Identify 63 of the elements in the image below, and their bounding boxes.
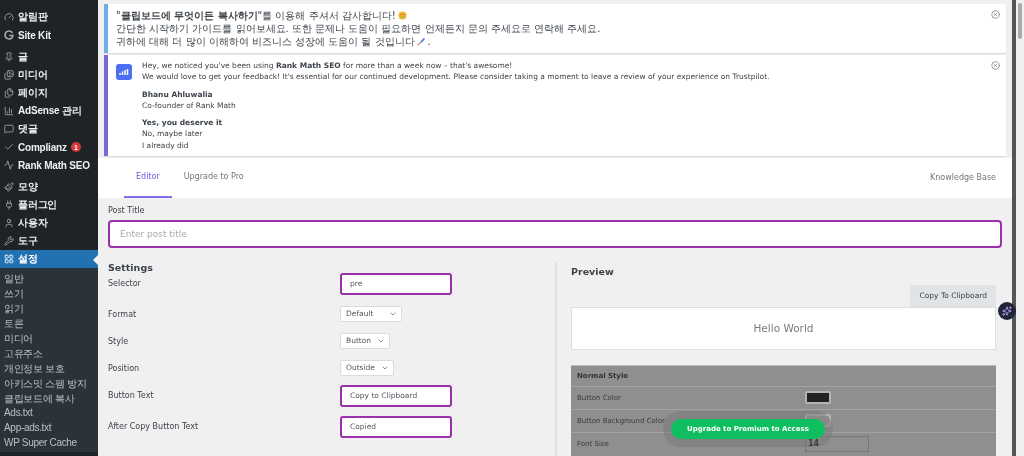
sidebar-item[interactable]: 사용자: [0, 214, 98, 232]
submenu-item[interactable]: 개인정보 보호: [0, 362, 98, 377]
sidebar-item[interactable]: 플러그인: [0, 196, 98, 214]
pulse-chart-icon: [4, 160, 14, 170]
plug-icon: [4, 200, 14, 210]
field-label: After Copy Button Text: [108, 421, 200, 431]
field-label: Button Text: [108, 390, 155, 400]
field-label: Format: [108, 309, 138, 319]
bar-chart-icon: [4, 106, 14, 116]
sidebar-item[interactable]: 모양: [0, 178, 98, 196]
submenu-item[interactable]: 미디어: [0, 332, 98, 347]
sidebar-item[interactable]: Site Kit: [0, 26, 98, 44]
images-icon: [4, 70, 14, 80]
submenu-item[interactable]: 클립보드에 복사: [0, 392, 98, 407]
submenu-item[interactable]: App-ads.txt: [0, 422, 98, 437]
color-swatch[interactable]: [805, 391, 831, 405]
gauge-icon: [4, 12, 14, 22]
checkmark-icon: [4, 142, 14, 152]
submenu-item[interactable]: 쓰기: [0, 287, 98, 302]
sidebar-item[interactable]: Rank Math SEO: [0, 156, 98, 174]
sidebar-item[interactable]: 알림판: [0, 8, 98, 26]
pin-icon: [4, 52, 14, 62]
sidebar-item[interactable]: 글: [0, 48, 98, 66]
submenu-item[interactable]: 일반: [0, 272, 98, 287]
notice-text: 간단한 시작하기 가이드를 읽어보세요. 또한 문제나 도움이 필요하면 언제든지 문의 주세요로 연락해 주세요.: [116, 22, 601, 35]
submenu-item[interactable]: 아키스밋 스팸 방지: [0, 377, 98, 392]
close-icon[interactable]: [991, 10, 1000, 19]
close-icon[interactable]: [991, 61, 1000, 70]
bar-chart-logo-icon: [116, 64, 132, 80]
preview-box: Hello World: [571, 306, 996, 350]
help-link[interactable]: Knowledge Base: [930, 173, 996, 183]
sidebar-item[interactable]: 페이지: [0, 84, 98, 102]
submenu-item[interactable]: 읽기: [0, 302, 98, 317]
sidebar-item[interactable]: 미디어: [0, 66, 98, 84]
section-heading: Settings: [108, 261, 154, 273]
sidebar-item[interactable]: 설정: [0, 250, 98, 268]
notice-text: 귀하에 대해 더 많이 이해하여 비즈니스 성장에 도움이 될 것입니다: [116, 35, 415, 48]
submenu-item[interactable]: 토론: [0, 317, 98, 332]
submenu-item[interactable]: Ads.txt: [0, 407, 98, 422]
field-label: Selector: [108, 278, 142, 288]
post-title-field[interactable]: Enter post title: [108, 219, 1002, 248]
submenu-item[interactable]: 고유주소: [0, 347, 98, 362]
field-label: Position: [108, 363, 141, 373]
sidebar-item[interactable]: AdSense 관리: [0, 102, 98, 120]
grid-icon: [4, 254, 14, 264]
tab[interactable]: Upgrade to Pro: [171, 157, 256, 198]
wrench-icon: [4, 236, 14, 246]
user-icon: [4, 218, 14, 228]
g-logo-icon: [4, 30, 14, 40]
field-label: Style: [108, 336, 130, 346]
submenu-item[interactable]: WP Super Cache: [0, 437, 98, 452]
sparkle-icon[interactable]: [998, 302, 1016, 320]
field-label: Post Title: [108, 205, 146, 215]
section-heading: Preview: [571, 265, 615, 277]
sidebar-item[interactable]: 댓글: [0, 120, 98, 138]
pages-icon: [4, 88, 14, 98]
speech-bubble-icon: [4, 124, 14, 134]
period-text: .: [427, 35, 431, 48]
sidebar-item[interactable]: 도구: [0, 232, 98, 250]
notice-text: "클립보드에 무엇이든 복사하기"를 이용해 주셔서 감사합니다!: [116, 9, 396, 22]
scrollbar[interactable]: [1012, 0, 1024, 456]
tab[interactable]: Editor: [124, 157, 172, 198]
paintbrush-icon: [4, 182, 14, 192]
